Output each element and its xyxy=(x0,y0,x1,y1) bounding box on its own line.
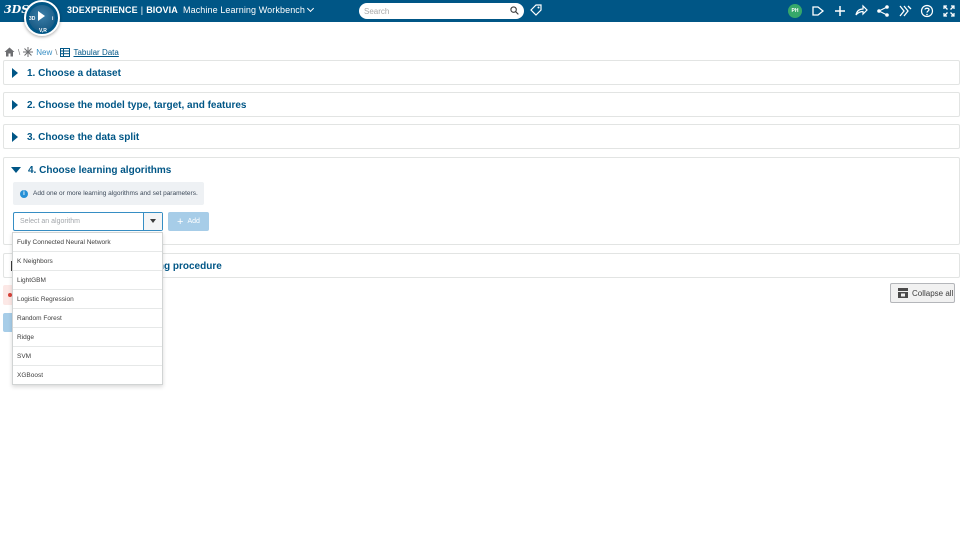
section-header[interactable]: 3. Choose the data split xyxy=(4,125,959,149)
algorithm-select-placeholder: Select an algorithm xyxy=(20,218,80,225)
collapse-all-button[interactable]: Collapse all xyxy=(890,283,955,303)
algorithm-option[interactable]: Random Forest xyxy=(13,309,162,328)
fullscreen-icon[interactable] xyxy=(942,4,956,18)
algorithm-option[interactable]: Fully Connected Neural Network xyxy=(13,233,162,252)
search-input[interactable] xyxy=(364,4,504,18)
brand-separator: | xyxy=(140,5,144,15)
expand-arrow-icon[interactable] xyxy=(12,68,18,78)
avatar[interactable]: PH xyxy=(788,4,802,18)
algorithm-option[interactable]: SVM xyxy=(13,347,162,366)
ds-logo-icon[interactable]: 3DS xyxy=(4,3,29,19)
help-icon[interactable] xyxy=(920,4,934,18)
algorithm-dropdown-list: Fully Connected Neural Network K Neighbo… xyxy=(12,232,163,385)
breadcrumb: \ New \ Tabular Data xyxy=(4,45,119,59)
tag-icon[interactable] xyxy=(530,4,542,17)
algorithm-option[interactable]: Logistic Regression xyxy=(13,290,162,309)
breadcrumb-new-label: New xyxy=(36,47,53,57)
apps-icon[interactable] xyxy=(898,4,912,18)
search-box[interactable] xyxy=(359,3,524,19)
collapse-arrow-icon[interactable] xyxy=(11,167,21,173)
plus-icon: + xyxy=(177,215,184,228)
section-header[interactable]: 4. Choose learning algorithms xyxy=(4,158,959,182)
add-button-label: Add xyxy=(187,218,200,225)
algorithm-option[interactable]: Ridge xyxy=(13,328,162,347)
section-choose-model[interactable]: 2. Choose the model type, target, and fe… xyxy=(3,92,960,117)
collapse-all-label: Collapse all xyxy=(912,288,954,298)
share-arrow-icon[interactable] xyxy=(854,4,868,18)
section-choose-dataset[interactable]: 1. Choose a dataset xyxy=(3,60,960,85)
chevron-down-icon[interactable] xyxy=(306,4,315,13)
info-icon: i xyxy=(20,189,28,198)
section-header[interactable]: 2. Choose the model type, target, and fe… xyxy=(4,93,959,117)
compass-label-bottom: V,R xyxy=(39,28,47,34)
table-icon xyxy=(60,47,71,57)
breadcrumb-separator: \ xyxy=(18,47,21,57)
breadcrumb-new[interactable]: New xyxy=(23,47,52,57)
plus-icon[interactable] xyxy=(833,4,847,18)
section-header[interactable]: 1. Choose a dataset xyxy=(4,61,959,85)
brand-prefix: 3DEXPERIENCE xyxy=(67,5,138,15)
network-share-icon[interactable] xyxy=(876,4,890,18)
algorithm-select[interactable]: Select an algorithm xyxy=(13,212,163,231)
share-tag-icon[interactable] xyxy=(811,4,825,18)
breadcrumb-tabular-data[interactable]: Tabular Data xyxy=(60,47,119,57)
compass-label-left: 3D xyxy=(29,16,36,22)
compass-button[interactable]: 3D i V,R xyxy=(24,0,60,36)
add-algorithm-button[interactable]: + Add xyxy=(168,212,209,231)
sparkle-icon xyxy=(23,47,34,57)
brand-company: BIOVIA xyxy=(146,5,178,15)
expand-arrow-icon[interactable] xyxy=(12,132,18,142)
home-icon[interactable] xyxy=(4,47,15,57)
app-name: Machine Learning Workbench xyxy=(183,5,306,15)
algorithm-option[interactable]: XGBoost xyxy=(13,366,162,385)
compass-label-right: i xyxy=(52,16,54,22)
app-title[interactable]: 3DEXPERIENCE | BIOVIA Machine Learning Wor… xyxy=(67,4,315,15)
breadcrumb-current-label[interactable]: Tabular Data xyxy=(73,48,118,57)
section-title[interactable]: 3. Choose the data split xyxy=(27,132,139,143)
algorithm-option[interactable]: LightGBM xyxy=(13,271,162,290)
breadcrumb-separator: \ xyxy=(55,47,58,57)
section-title[interactable]: 2. Choose the model type, target, and fe… xyxy=(27,100,247,111)
expand-arrow-icon[interactable] xyxy=(12,100,18,110)
section-data-split[interactable]: 3. Choose the data split xyxy=(3,124,960,149)
section-title[interactable]: 1. Choose a dataset xyxy=(27,68,121,79)
dropdown-toggle[interactable] xyxy=(143,213,162,230)
section-title[interactable]: 4. Choose learning algorithms xyxy=(28,165,171,176)
algorithm-option[interactable]: K Neighbors xyxy=(13,252,162,271)
search-icon[interactable] xyxy=(510,6,519,15)
caret-down-icon xyxy=(150,219,156,223)
info-message: i Add one or more learning algorithms an… xyxy=(13,182,204,205)
play-icon xyxy=(38,11,45,21)
collapse-icon xyxy=(898,288,908,298)
top-bar: 3DS 3DEXPERIENCE | BIOVIA Machine Learning… xyxy=(0,0,960,22)
info-text: Add one or more learning algorithms and … xyxy=(33,190,198,197)
